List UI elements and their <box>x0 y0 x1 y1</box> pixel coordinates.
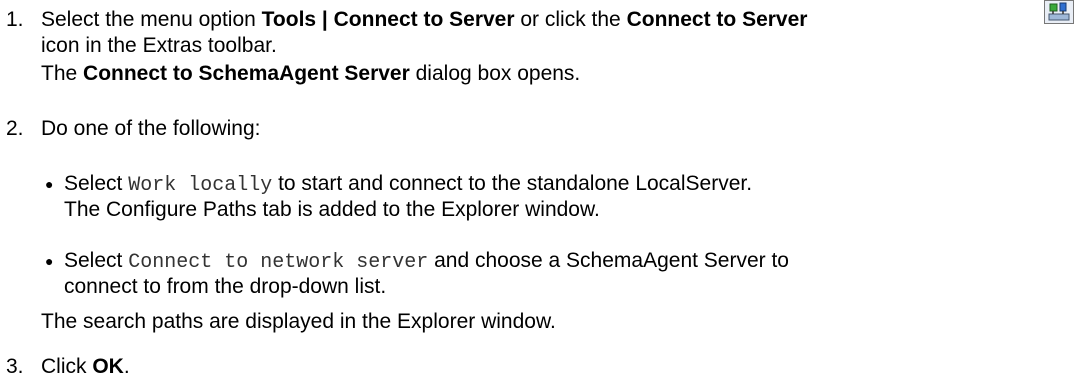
bullet-icon: ● <box>45 253 54 269</box>
connect-to-server-icon <box>1044 0 1074 24</box>
step-1-line-2: icon in the Extras toolbar. <box>41 34 277 57</box>
step-number: 3. <box>6 355 24 378</box>
dialog-name: Connect to SchemaAgent Server <box>83 62 410 85</box>
step-3-text: Click OK. <box>41 355 130 378</box>
option-1-line-2: The Configure Paths tab is added to the … <box>64 198 600 221</box>
option-2-line-1: Select Connect to network server and cho… <box>64 249 789 274</box>
option-code: Work locally <box>128 174 273 197</box>
option-code: Connect to network server <box>128 251 429 274</box>
option-1-line-1: Select Work locally to start and connect… <box>64 172 753 197</box>
step-2-note: The search paths are displayed in the Ex… <box>41 310 556 333</box>
menu-option-label: Tools | Connect to Server <box>261 8 515 31</box>
step-1-line-1: Select the menu option Tools | Connect t… <box>41 8 808 31</box>
bullet-icon: ● <box>45 176 54 192</box>
option-2-line-2: connect to from the drop-down list. <box>64 275 387 298</box>
step-number: 2. <box>6 117 24 140</box>
step-number: 1. <box>6 8 24 31</box>
step-2-text: Do one of the following: <box>41 117 261 140</box>
step-1-line-3: The Connect to SchemaAgent Server dialog… <box>41 62 581 85</box>
ok-label: OK <box>92 355 124 378</box>
button-label: Connect to Server <box>626 8 808 31</box>
